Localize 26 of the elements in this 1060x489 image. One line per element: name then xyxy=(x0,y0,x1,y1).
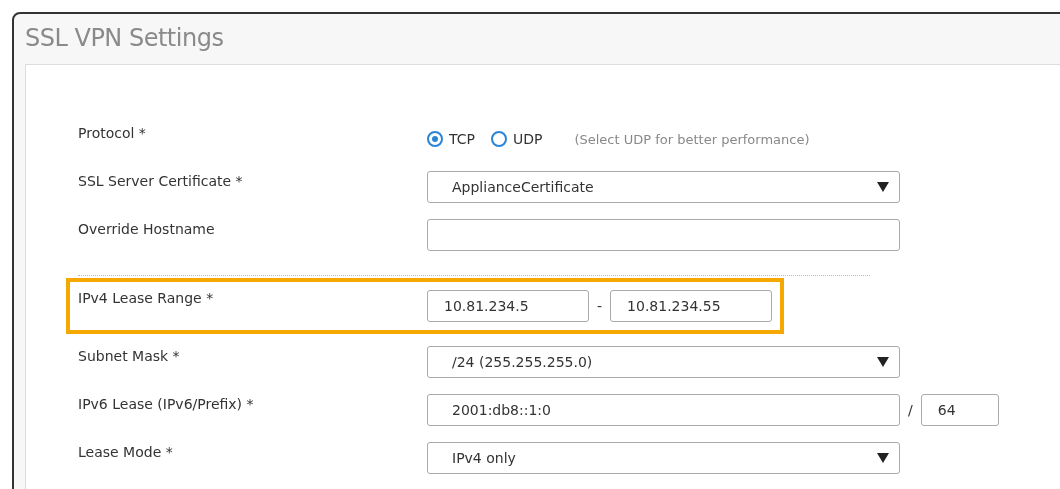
field-label: IPv4 Lease Range * xyxy=(78,290,215,306)
caret-icon xyxy=(877,453,889,463)
range-start-field[interactable]: 10.81.234.5 xyxy=(427,290,589,322)
caret-icon xyxy=(877,357,889,367)
dropdown[interactable]: IPv4 only xyxy=(427,442,900,474)
radio-button[interactable] xyxy=(490,131,507,147)
field-label: Lease Mode * xyxy=(78,443,174,460)
dropdown[interactable]: ApplianceCertificate xyxy=(427,171,900,203)
window-title: SSL VPN Settings xyxy=(25,24,225,54)
dropdown[interactable]: /24 (255.255.255.0) xyxy=(427,346,900,378)
field-label: IPv6 Lease (IPv6/Prefix) * xyxy=(78,395,255,412)
address-field[interactable]: 2001:db8::1:0 xyxy=(427,394,900,426)
separator: / xyxy=(908,402,913,418)
hint-text: (Select UDP for better performance) xyxy=(574,131,810,147)
field-label: SSL Server Certificate * xyxy=(78,172,244,189)
separator: - xyxy=(597,298,603,314)
prefix-field[interactable]: 64 xyxy=(920,394,999,426)
range-end-field[interactable]: 10.81.234.55 xyxy=(610,290,773,322)
field-label: Protocol * xyxy=(78,124,147,141)
text-field[interactable] xyxy=(427,219,900,251)
radio-button[interactable] xyxy=(427,131,443,147)
field-label: Override Hostname xyxy=(78,220,216,237)
radio-label[interactable]: UDP xyxy=(512,131,543,147)
field-label: Subnet Mask * xyxy=(78,347,181,364)
caret-icon xyxy=(877,182,889,192)
radio-label[interactable]: TCP xyxy=(449,131,475,147)
